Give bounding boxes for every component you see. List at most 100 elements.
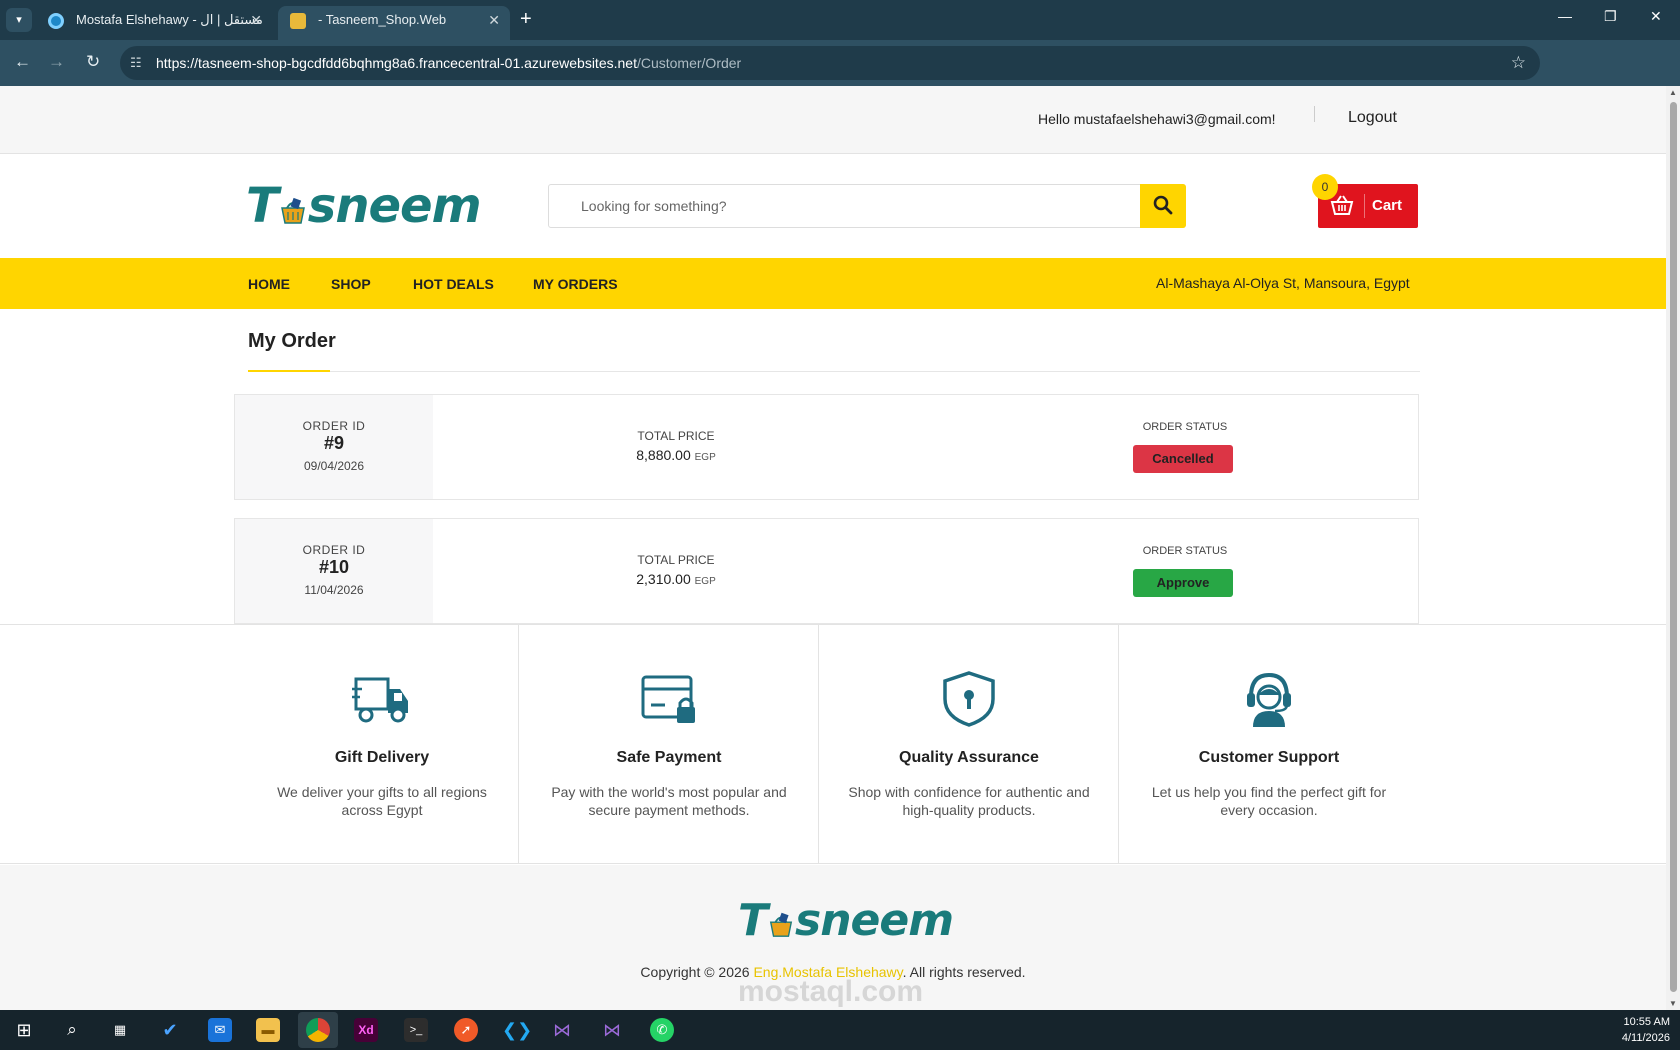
divider bbox=[1314, 106, 1315, 122]
postman-icon[interactable]: ➚ bbox=[454, 1018, 478, 1042]
browser-tab-active[interactable]: - Tasneem_Shop.Web ✕ bbox=[278, 6, 510, 40]
site-footer: T sneem Copyright © 2026 Eng.Mostafa Els… bbox=[0, 865, 1666, 1010]
logo-text-suffix: sneem bbox=[795, 895, 954, 946]
vscode-icon[interactable]: ❮❯ bbox=[502, 1018, 532, 1042]
new-tab-button[interactable]: + bbox=[520, 8, 532, 31]
nav-item-home[interactable]: HOME bbox=[248, 276, 290, 292]
whatsapp-icon[interactable]: ✆ bbox=[650, 1018, 674, 1042]
greeting-text: Hello mustafaelshehawi3@gmail.com! bbox=[1038, 111, 1276, 127]
top-strip: Hello mustafaelshehawi3@gmail.com! Logou… bbox=[0, 86, 1666, 154]
task-view-icon[interactable]: ▦ bbox=[108, 1018, 132, 1042]
feature-description: We deliver your gifts to all regions acr… bbox=[277, 784, 487, 818]
search-button[interactable] bbox=[1140, 184, 1186, 228]
store-address: Al-Mashaya Al-Olya St, Mansoura, Egypt bbox=[1156, 275, 1410, 291]
todo-icon[interactable]: ✔ bbox=[158, 1018, 182, 1042]
close-tab-icon[interactable]: ✕ bbox=[488, 6, 500, 34]
search-icon bbox=[1153, 195, 1173, 215]
site-info-icon[interactable]: ☷ bbox=[130, 55, 142, 71]
tab-favicon bbox=[290, 13, 306, 29]
delivery-truck-icon bbox=[352, 677, 408, 723]
watermark: mostaql.com bbox=[738, 975, 924, 1008]
cart-label: Cart bbox=[1372, 197, 1403, 214]
order-date: 11/04/2026 bbox=[304, 583, 364, 597]
status-badge-approved: Approve bbox=[1133, 569, 1233, 597]
search-icon[interactable]: ⌕ bbox=[60, 1018, 84, 1042]
bookmark-star-icon[interactable]: ☆ bbox=[1511, 53, 1526, 73]
total-price-label: TOTAL PRICE bbox=[637, 429, 715, 443]
order-id-label: ORDER ID bbox=[302, 543, 366, 557]
logo-text-prefix: T bbox=[246, 178, 279, 234]
order-date: 09/04/2026 bbox=[303, 459, 365, 473]
order-status-label: ORDER STATUS bbox=[1142, 421, 1228, 433]
total-price: 8,880.00 EGP bbox=[636, 447, 716, 463]
clock-date: 4/11/2026 bbox=[1621, 1032, 1670, 1044]
status-badge-cancelled: Cancelled bbox=[1133, 445, 1233, 473]
visual-studio-preview-icon[interactable]: ⋈ bbox=[600, 1018, 624, 1042]
nav-item-shop[interactable]: SHOP bbox=[331, 276, 371, 292]
chrome-icon[interactable] bbox=[306, 1018, 330, 1042]
tab-search-button[interactable]: ▾ bbox=[6, 8, 32, 32]
basket-icon bbox=[1330, 194, 1354, 220]
cart-count-badge: 0 bbox=[1312, 174, 1338, 200]
main-nav: HOME SHOP HOT DEALS MY ORDERS Al-Mashaya… bbox=[0, 258, 1666, 309]
browser-tab[interactable]: Mostafa Elshehawy - مستقل | ال ✕ bbox=[36, 6, 272, 40]
tab-favicon bbox=[48, 13, 64, 29]
outlook-icon[interactable]: ✉ bbox=[208, 1018, 232, 1042]
cart-divider bbox=[1364, 194, 1365, 218]
search-input[interactable] bbox=[549, 185, 1139, 227]
scroll-down-icon[interactable]: ▼ bbox=[1669, 999, 1677, 1008]
browser-toolbar: ← → ↻ ☷ https://tasneem-shop-bgcdfdd6bqh… bbox=[0, 40, 1680, 113]
visual-studio-icon[interactable]: ⋈ bbox=[550, 1018, 574, 1042]
title-accent-bar bbox=[248, 370, 330, 372]
order-id-label: ORDER ID bbox=[302, 419, 366, 433]
basket-logo-icon bbox=[278, 178, 308, 234]
file-explorer-icon[interactable]: ▬ bbox=[256, 1018, 280, 1042]
site-logo[interactable]: T sneem bbox=[246, 178, 482, 234]
order-id: #10 bbox=[318, 557, 350, 577]
browser-tab-bar: ▾ Mostafa Elshehawy - مستقل | ال ✕ - Tas… bbox=[0, 0, 1680, 40]
page-scrollbar[interactable]: ▲ ▼ bbox=[1666, 86, 1680, 1010]
scroll-up-icon[interactable]: ▲ bbox=[1669, 88, 1677, 97]
restore-button[interactable]: ❐ bbox=[1604, 8, 1617, 25]
order-card[interactable]: ORDER ID #9 09/04/2026 TOTAL PRICE 8,880… bbox=[234, 394, 1419, 500]
clock-time: 10:55 AM bbox=[1623, 1016, 1670, 1028]
search-bar bbox=[548, 184, 1186, 228]
system-clock[interactable]: 10:55 AM 4/11/2026 bbox=[1622, 1014, 1670, 1046]
back-arrow-icon[interactable]: ← bbox=[14, 52, 31, 72]
feature-gift-delivery: Gift Delivery We deliver your gifts to a… bbox=[232, 625, 532, 863]
forward-arrow-icon[interactable]: → bbox=[48, 52, 65, 72]
order-id-box: ORDER ID #10 11/04/2026 bbox=[235, 519, 433, 623]
feature-description: Shop with confidence for authentic and h… bbox=[848, 784, 1090, 818]
close-tab-icon[interactable]: ✕ bbox=[250, 6, 262, 34]
logo-text-prefix: T bbox=[738, 895, 768, 946]
feature-title: Customer Support bbox=[1198, 749, 1340, 766]
order-status-label: ORDER STATUS bbox=[1142, 545, 1228, 557]
nav-item-hot-deals[interactable]: HOT DEALS bbox=[413, 276, 494, 292]
close-window-button[interactable]: ✕ bbox=[1650, 8, 1662, 25]
tab-title: Mostafa Elshehawy - مستقل | ال bbox=[76, 12, 263, 27]
page-title: My Order bbox=[248, 330, 336, 352]
feature-safe-payment: Safe Payment Pay with the world's most p… bbox=[518, 625, 818, 863]
address-bar[interactable]: ☷ https://tasneem-shop-bgcdfdd6bqhmg8a6.… bbox=[120, 46, 1540, 80]
scrollbar-thumb[interactable] bbox=[1670, 102, 1677, 992]
adobe-xd-icon[interactable]: Xd bbox=[354, 1018, 378, 1042]
feature-title: Quality Assurance bbox=[899, 749, 1039, 766]
terminal-icon[interactable]: >_ bbox=[404, 1018, 428, 1042]
total-price-label: TOTAL PRICE bbox=[637, 553, 715, 567]
logo-text-suffix: sneem bbox=[307, 178, 482, 234]
reload-icon[interactable]: ↻ bbox=[86, 52, 100, 72]
order-id-box: ORDER ID #9 09/04/2026 bbox=[235, 395, 433, 499]
secure-card-icon bbox=[641, 675, 695, 723]
nav-item-my-orders[interactable]: MY ORDERS bbox=[533, 276, 618, 292]
minimize-button[interactable]: — bbox=[1558, 8, 1572, 24]
feature-description: Let us help you find the perfect gift fo… bbox=[1151, 784, 1387, 818]
url-text[interactable]: https://tasneem-shop-bgcdfdd6bqhmg8a6.fr… bbox=[156, 55, 741, 71]
logout-link[interactable]: Logout bbox=[1348, 109, 1397, 127]
feature-quality-assurance: Quality Assurance Shop with confidence f… bbox=[818, 625, 1118, 863]
total-price: 2,310.00 EGP bbox=[636, 571, 716, 587]
windows-start-icon[interactable]: ⊞ bbox=[12, 1018, 36, 1042]
footer-logo[interactable]: T sneem bbox=[738, 895, 954, 946]
order-card[interactable]: ORDER ID #10 11/04/2026 TOTAL PRICE 2,31… bbox=[234, 518, 1419, 624]
tab-title: - Tasneem_Shop.Web bbox=[318, 12, 447, 27]
basket-logo-icon bbox=[767, 895, 795, 946]
